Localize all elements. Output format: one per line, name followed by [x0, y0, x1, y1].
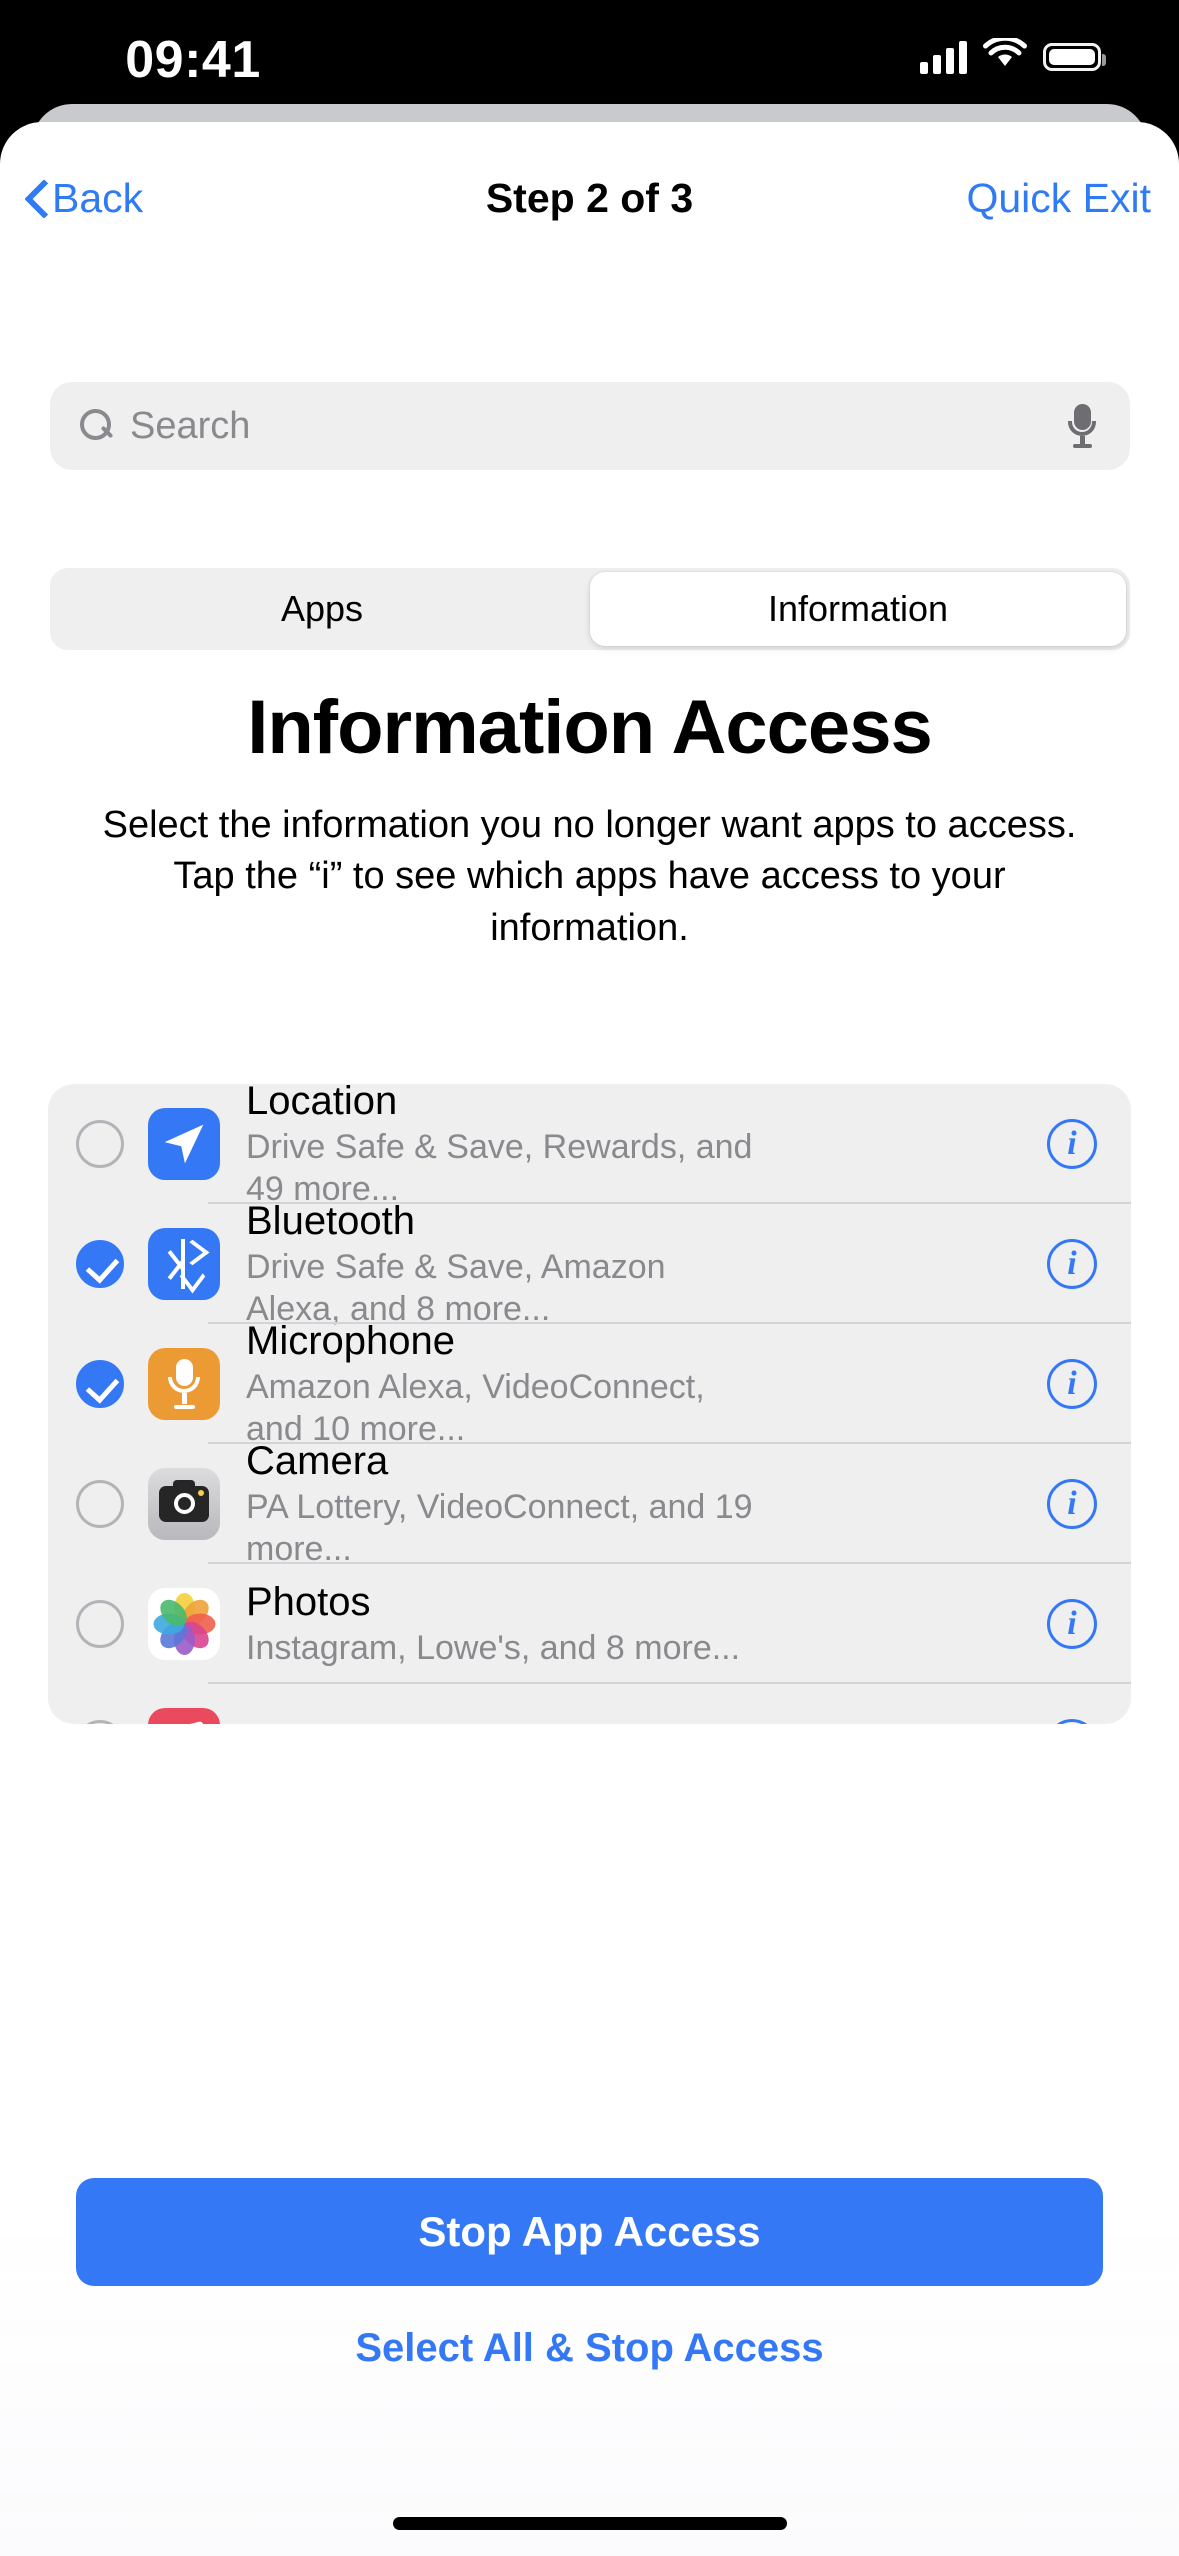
home-indicator: [392, 2517, 787, 2530]
iphone-screen: 09:41 Back Step 2 of 3 Quick Exit Search…: [0, 0, 1179, 2556]
camera-icon: [148, 1468, 220, 1540]
stop-app-access-button[interactable]: Stop App Access: [76, 2178, 1103, 2286]
section-description: Select the information you no longer wan…: [102, 804, 1077, 949]
microphone-icon[interactable]: [1068, 404, 1096, 448]
section-heading: Information Access: [247, 685, 932, 770]
search-input[interactable]: Search: [130, 405, 1068, 448]
row-text: Location Drive Safe & Save, Rewards, and…: [246, 1084, 1047, 1211]
checkbox-circle-icon[interactable]: [76, 1360, 124, 1408]
checkbox-circle-icon[interactable]: [76, 1480, 124, 1528]
info-circle-icon[interactable]: i: [1047, 1719, 1097, 1724]
info-circle-icon[interactable]: i: [1047, 1599, 1097, 1649]
row-title: Bluetooth: [246, 1198, 416, 1243]
music-note-icon: [148, 1708, 220, 1724]
row-title: Microphone: [246, 1318, 456, 1363]
row-text: Bluetooth Drive Safe & Save, Amazon Alex…: [246, 1198, 1047, 1331]
row-title: Photos: [246, 1579, 371, 1624]
row-title: Media Library: [246, 1721, 1047, 1724]
location-arrow-icon: [148, 1108, 220, 1180]
segmented-control[interactable]: Apps Information: [50, 568, 1130, 650]
tab-apps[interactable]: Apps: [54, 572, 590, 646]
table-row[interactable]: Microphone Amazon Alexa, VideoConnect, a…: [48, 1319, 1131, 1448]
status-bar-indicators: [920, 35, 1106, 75]
cellular-bars-icon: [920, 40, 967, 74]
info-circle-icon[interactable]: i: [1047, 1479, 1097, 1529]
table-row[interactable]: Photos Instagram, Lowe's, and 8 more... …: [48, 1564, 1131, 1684]
information-list: Location Drive Safe & Save, Rewards, and…: [48, 1084, 1131, 1724]
checkbox-circle-icon[interactable]: [76, 1240, 124, 1288]
photos-pinwheel-icon: [148, 1588, 220, 1660]
microphone-icon: [148, 1348, 220, 1420]
row-subtitle: PA Lottery, VideoConnect, and 19 more...: [246, 1487, 753, 1569]
tab-information[interactable]: Information: [590, 572, 1126, 646]
row-title: Camera: [246, 1438, 389, 1483]
table-row[interactable]: Location Drive Safe & Save, Rewards, and…: [48, 1084, 1131, 1208]
row-text: Media Library: [246, 1721, 1047, 1724]
select-all-stop-access-link[interactable]: Select All & Stop Access: [0, 2326, 1179, 2371]
row-text: Photos Instagram, Lowe's, and 8 more...: [246, 1579, 1047, 1670]
table-row[interactable]: Media Library i: [48, 1684, 1131, 1724]
checkbox-circle-icon[interactable]: [76, 1720, 124, 1724]
quick-exit-button[interactable]: Quick Exit: [966, 148, 1151, 248]
table-row[interactable]: Bluetooth Drive Safe & Save, Amazon Alex…: [48, 1199, 1131, 1328]
table-row[interactable]: Camera PA Lottery, VideoConnect, and 19 …: [48, 1439, 1131, 1568]
search-icon: [80, 409, 114, 443]
info-circle-icon[interactable]: i: [1047, 1359, 1097, 1409]
search-field[interactable]: Search: [50, 382, 1130, 470]
modal-sheet: Back Step 2 of 3 Quick Exit Search Apps …: [0, 122, 1179, 2556]
wifi-icon: [983, 35, 1027, 75]
bluetooth-icon: [148, 1228, 220, 1300]
checkbox-circle-icon[interactable]: [76, 1600, 124, 1648]
navigation-bar: Back Step 2 of 3 Quick Exit: [0, 148, 1179, 248]
info-circle-icon[interactable]: i: [1047, 1239, 1097, 1289]
info-circle-icon[interactable]: i: [1047, 1119, 1097, 1169]
row-subtitle: Instagram, Lowe's, and 8 more...: [246, 1628, 741, 1667]
status-bar: 09:41: [0, 0, 1179, 120]
row-text: Microphone Amazon Alexa, VideoConnect, a…: [246, 1318, 1047, 1451]
row-title: Location: [246, 1084, 398, 1123]
footer-action-bar: Stop App Access Select All & Stop Access: [0, 2120, 1179, 2556]
battery-full-icon: [1043, 42, 1106, 71]
checkbox-circle-icon[interactable]: [76, 1120, 124, 1168]
row-text: Camera PA Lottery, VideoConnect, and 19 …: [246, 1438, 1047, 1571]
status-bar-time: 09:41: [125, 31, 261, 89]
